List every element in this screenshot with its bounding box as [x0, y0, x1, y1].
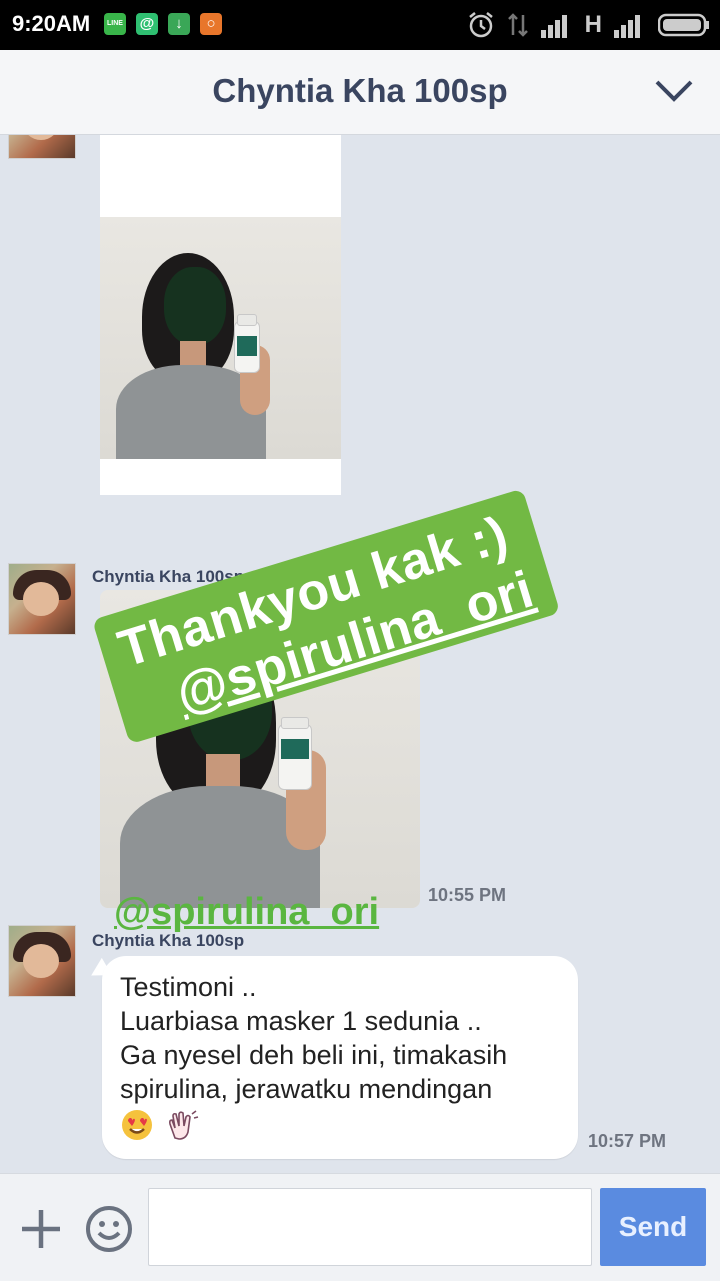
network-type-label: H	[584, 11, 602, 38]
smiley-icon[interactable]	[84, 1204, 134, 1254]
message-line: Testimoni ..	[120, 972, 257, 1002]
chevron-down-icon[interactable]	[654, 78, 694, 104]
message-line: Ga nyesel deh beli ini, timakasih	[120, 1040, 508, 1070]
send-button[interactable]: Send	[600, 1188, 706, 1266]
line-notification-icon: LINE	[104, 13, 126, 35]
data-arrows-icon	[507, 13, 528, 37]
heart-eyes-emoji-icon	[122, 1109, 152, 1140]
message-line: Luarbiasa masker 1 sedunia ..	[120, 1006, 482, 1036]
message-input[interactable]	[148, 1188, 592, 1266]
emoji-line	[120, 1106, 570, 1142]
signal-icon	[540, 15, 567, 38]
clapping-hands-emoji-icon	[168, 1110, 198, 1140]
message-line: spirulina, jerawatku mendingan	[120, 1074, 493, 1104]
message-text: Testimoni .. Luarbiasa masker 1 sedunia …	[120, 970, 570, 1142]
photo-image	[100, 217, 341, 459]
avatar[interactable]	[8, 135, 76, 159]
avatar[interactable]	[8, 925, 76, 997]
chat-title: Chyntia Kha 100sp	[212, 72, 508, 109]
alarm-icon	[468, 12, 493, 38]
status-bar: 9:20AM LINE @ ↓ ○ H	[0, 0, 720, 50]
status-time: 9:20AM	[12, 11, 91, 36]
message-time: 10:57 PM	[588, 1131, 667, 1151]
watermark-text: @spirulina_ori	[114, 891, 380, 933]
signal-icon-2	[614, 15, 640, 38]
avatar[interactable]	[8, 563, 76, 635]
input-bar: Send	[0, 1173, 720, 1281]
battery-icon	[658, 13, 709, 37]
chat-header: Chyntia Kha 100sp	[0, 50, 720, 135]
message-time: 10:55 PM	[428, 885, 507, 905]
sender-name: Chyntia Kha 100sp	[92, 931, 245, 950]
app-notification-icon: ○	[200, 13, 222, 35]
image-message[interactable]	[100, 135, 341, 495]
status-icons: H	[467, 8, 710, 42]
text-message-bubble[interactable]: Testimoni .. Luarbiasa masker 1 sedunia …	[102, 956, 578, 1159]
plus-icon[interactable]	[18, 1206, 64, 1252]
at-notification-icon: @	[136, 13, 158, 35]
download-notification-icon: ↓	[168, 13, 190, 35]
